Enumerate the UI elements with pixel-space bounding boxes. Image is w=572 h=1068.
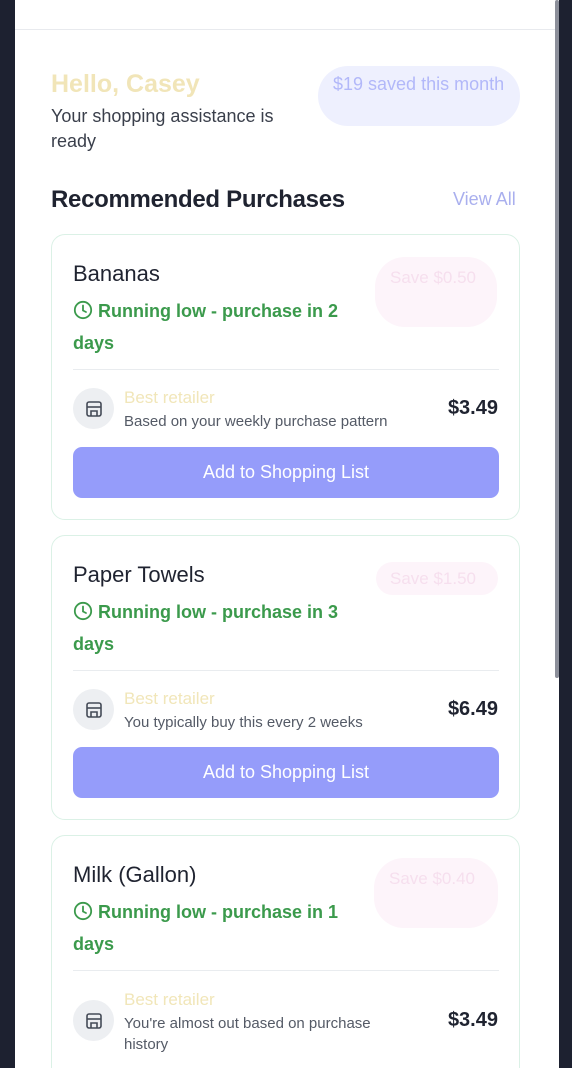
- product-price: $6.49: [447, 698, 498, 720]
- product-price: $3.49: [447, 397, 498, 419]
- clock-icon: [73, 901, 93, 930]
- store-icon: [73, 689, 114, 730]
- save-badge: Save $1.50: [376, 562, 498, 595]
- section-title: Recommended Purchases: [51, 186, 345, 213]
- status-text: Running low - purchase in 3 days: [73, 598, 348, 659]
- status-text: Running low - purchase in 1 days: [73, 898, 348, 959]
- status-label: Running low - purchase in 3 days: [73, 602, 339, 654]
- retailer-label: Best retailer: [124, 990, 215, 1009]
- clock-icon: [73, 601, 93, 630]
- retailer-label: Best retailer: [124, 689, 215, 708]
- divider: [73, 369, 499, 370]
- purchase-reason: You're almost out based on purchase hist…: [124, 1015, 371, 1053]
- status-text: Running low - purchase in 2 days: [73, 297, 348, 358]
- add-to-list-button[interactable]: Add to Shopping List: [73, 447, 499, 498]
- save-badge: Save $0.40: [374, 858, 498, 928]
- retailer-label: Best retailer: [124, 388, 215, 407]
- header: Hello, Casey Your shopping assistance is…: [15, 30, 555, 190]
- store-icon: [73, 388, 114, 429]
- status-label: Running low - purchase in 1 days: [73, 902, 339, 954]
- purchase-reason: Based on your weekly purchase pattern: [124, 413, 388, 430]
- product-card: Milk (Gallon) Save $0.40 Running low - p…: [51, 835, 520, 1068]
- greeting: Hello, Casey: [51, 70, 200, 98]
- product-card: Paper Towels Save $1.50 Running low - pu…: [51, 535, 520, 820]
- scrollbar-thumb[interactable]: [555, 0, 559, 678]
- divider: [73, 670, 499, 671]
- product-name: Milk (Gallon): [73, 862, 197, 887]
- product-name: Bananas: [73, 261, 160, 286]
- savings-badge: $19 saved this month: [318, 66, 520, 126]
- divider: [73, 970, 499, 971]
- greeting-subtext: Your shopping assistance is ready: [51, 106, 274, 151]
- product-price: $3.49: [447, 1009, 498, 1031]
- scrollbar[interactable]: [555, 0, 559, 1068]
- top-bar: [15, 0, 555, 30]
- purchase-reason: You typically buy this every 2 weeks: [124, 714, 363, 731]
- save-badge: Save $0.50: [375, 257, 497, 327]
- view-all-link[interactable]: View All: [453, 189, 516, 210]
- add-to-list-button[interactable]: Add to Shopping List: [73, 747, 499, 798]
- product-name: Paper Towels: [73, 562, 205, 587]
- clock-icon: [73, 300, 93, 329]
- product-card: Bananas Save $0.50 Running low - purchas…: [51, 234, 520, 520]
- app-screen: Hello, Casey Your shopping assistance is…: [15, 0, 555, 1068]
- status-label: Running low - purchase in 2 days: [73, 301, 339, 353]
- store-icon: [73, 1000, 114, 1041]
